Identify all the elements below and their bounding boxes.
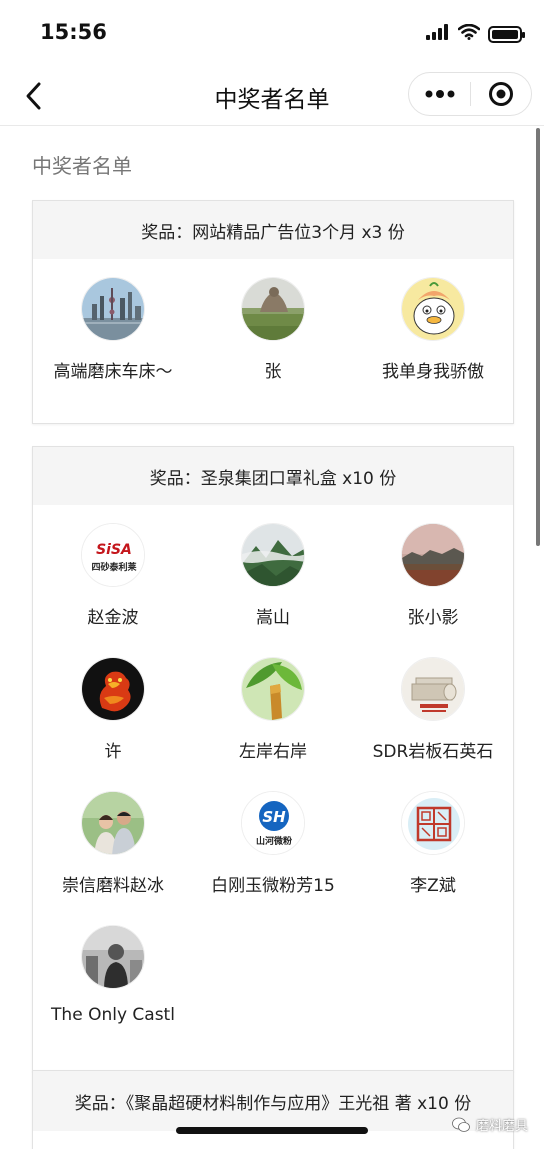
sisa-logo-avatar: SiSA 四砂泰利莱 bbox=[81, 523, 145, 587]
winner-name: 左岸右岸 bbox=[239, 742, 307, 762]
stone-slab-avatar bbox=[401, 657, 465, 721]
winner-item[interactable]: 高端磨床车床～ bbox=[33, 277, 193, 411]
winner-list: SiSA 四砂泰利莱 赵金波 嵩山 张小影 许 左岸右岸 SDR岩板石英石 崇信… bbox=[33, 505, 513, 1071]
winner-name: 白刚玉微粉芳15 bbox=[211, 876, 335, 896]
more-dots-icon bbox=[425, 90, 454, 98]
winner-name: 我单身我骄傲 bbox=[382, 362, 484, 382]
battery-icon bbox=[488, 25, 525, 43]
watermark: 磨料磨具 bbox=[452, 1115, 528, 1134]
prize-label: 奖品：《聚晶超硬材料制作与应用》王光祖 著 x10 份 bbox=[33, 1071, 513, 1131]
wechat-icon bbox=[452, 1117, 470, 1132]
winner-name: 嵩山 bbox=[256, 608, 290, 628]
winner-name: 张小影 bbox=[407, 608, 459, 628]
home-indicator[interactable] bbox=[176, 1127, 368, 1134]
target-circle-icon bbox=[488, 82, 513, 106]
winner-item[interactable]: SiSA 四砂泰利莱 赵金波 bbox=[33, 523, 193, 657]
prize-label: 奖品：网站精品广告位3个月 x3 份 bbox=[33, 201, 513, 259]
svg-text:SH: SH bbox=[262, 808, 286, 826]
winner-item[interactable]: 许 bbox=[33, 657, 193, 791]
status-bar: 15:56 bbox=[0, 0, 544, 66]
nav-bar: 中奖者名单 bbox=[0, 66, 544, 126]
winner-name: 李Z斌 bbox=[410, 876, 456, 896]
prize-card: 奖品：圣泉集团口罩礼盒 x10 份 SiSA 四砂泰利莱 赵金波 嵩山 张小影 … bbox=[32, 446, 514, 1072]
monument-statue-avatar bbox=[241, 277, 305, 341]
winner-item[interactable]: SDR岩板石英石 bbox=[353, 657, 513, 791]
prize-label: 奖品：圣泉集团口罩礼盒 x10 份 bbox=[33, 447, 513, 505]
wifi-icon bbox=[457, 23, 481, 44]
status-time: 15:56 bbox=[40, 20, 107, 44]
winner-item[interactable]: The Only Castl bbox=[33, 925, 193, 1059]
cellular-signal-icon bbox=[426, 24, 450, 44]
winner-item[interactable]: 左岸右岸 bbox=[193, 657, 353, 791]
main-content: 中奖者名单 奖品：网站精品广告位3个月 x3 份 高端磨床车床～ 张 我单身我骄… bbox=[32, 128, 514, 1072]
close-mini-program-button[interactable] bbox=[471, 72, 531, 116]
green-leaf-avatar bbox=[241, 657, 305, 721]
svg-text:四砂泰利莱: 四砂泰利莱 bbox=[91, 561, 137, 573]
more-button[interactable] bbox=[409, 72, 470, 116]
bw-portrait-avatar bbox=[81, 925, 145, 989]
red-dragon-avatar bbox=[81, 657, 145, 721]
prize-card: 奖品：网站精品广告位3个月 x3 份 高端磨床车床～ 张 我单身我骄傲 bbox=[32, 200, 514, 424]
status-icons bbox=[426, 23, 525, 44]
winner-list: 高端磨床车床～ 张 我单身我骄傲 bbox=[33, 259, 513, 423]
winner-item[interactable]: 崇信磨料赵冰 bbox=[33, 791, 193, 925]
winner-name: 许 bbox=[104, 742, 122, 762]
winner-item[interactable]: 我单身我骄傲 bbox=[353, 277, 513, 411]
winner-name: 崇信磨料赵冰 bbox=[62, 876, 164, 896]
svg-text:山河微粉: 山河微粉 bbox=[256, 835, 292, 847]
winner-name: 赵金波 bbox=[87, 608, 139, 628]
watermark-text: 磨料磨具 bbox=[475, 1119, 528, 1134]
winner-item[interactable]: SH 山河微粉 白刚玉微粉芳15 bbox=[193, 791, 353, 925]
couple-photo-avatar bbox=[81, 791, 145, 855]
mini-program-capsule bbox=[408, 72, 532, 116]
winner-item[interactable]: 嵩山 bbox=[193, 523, 353, 657]
seal-stamp-avatar bbox=[401, 791, 465, 855]
winner-item[interactable]: 李Z斌 bbox=[353, 791, 513, 925]
section-title: 中奖者名单 bbox=[32, 154, 132, 178]
mountain-mist-avatar bbox=[241, 523, 305, 587]
winner-name: SDR岩板石英石 bbox=[372, 742, 494, 762]
svg-text:SiSA: SiSA bbox=[96, 542, 132, 558]
winner-name: The Only Castl bbox=[51, 1005, 175, 1025]
winner-name: 高端磨床车床～ bbox=[53, 362, 173, 382]
winner-name: 张 bbox=[264, 362, 282, 382]
cartoon-duck-avatar bbox=[401, 277, 465, 341]
winner-item[interactable]: 张 bbox=[193, 277, 353, 411]
scrollbar[interactable] bbox=[536, 128, 540, 546]
winner-item[interactable]: 张小影 bbox=[353, 523, 513, 657]
prize-card: 奖品：《聚晶超硬材料制作与应用》王光祖 著 x10 份 bbox=[32, 1070, 514, 1149]
city-skyline-avatar bbox=[81, 277, 145, 341]
sh-logo-avatar: SH 山河微粉 bbox=[241, 791, 305, 855]
sunset-field-avatar bbox=[401, 523, 465, 587]
